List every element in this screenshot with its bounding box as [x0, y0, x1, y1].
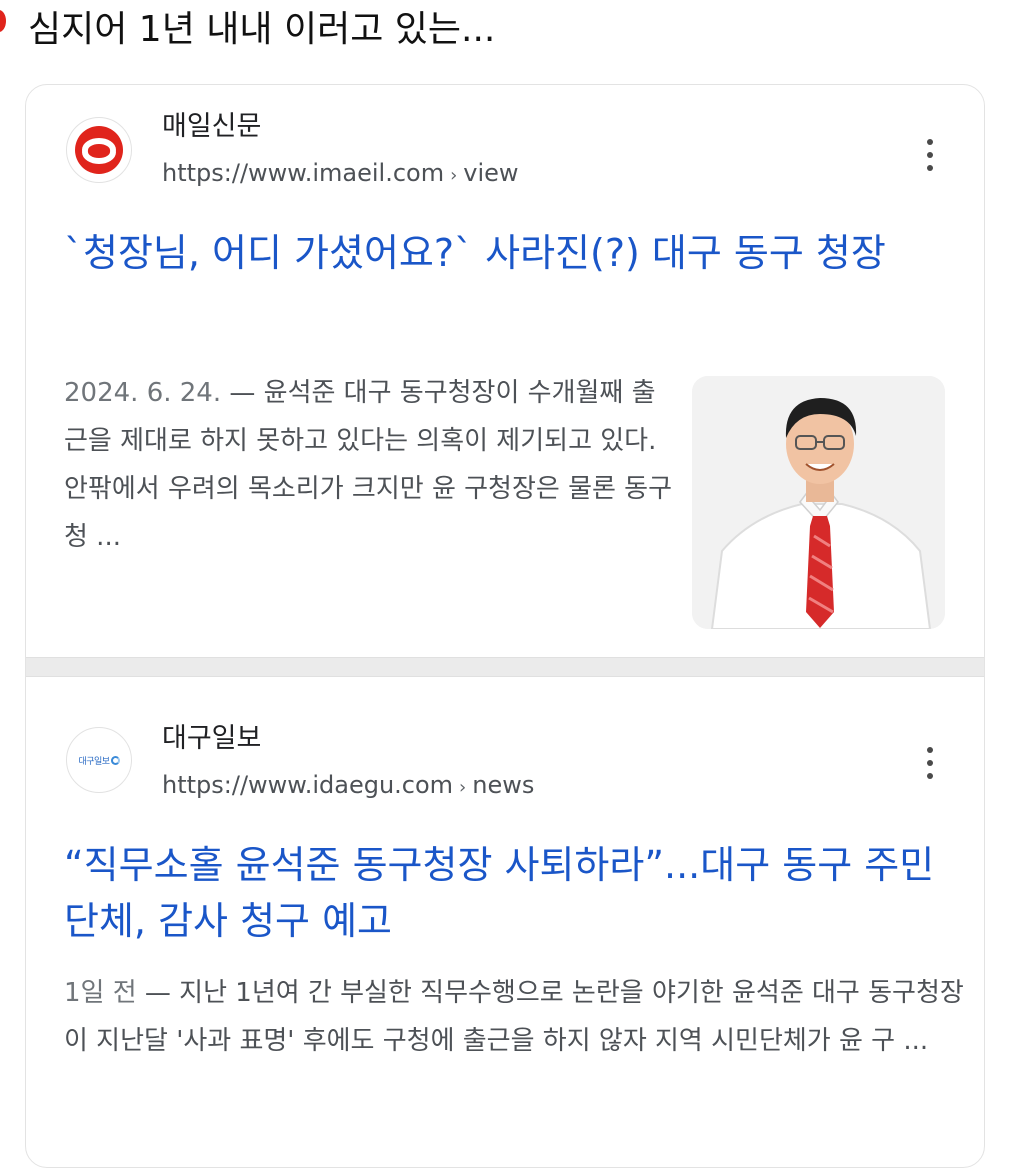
more-dot — [927, 139, 933, 145]
more-options-icon[interactable] — [920, 743, 940, 783]
result-date: 1일 전 — [64, 978, 137, 1008]
result-headline-link[interactable]: “직무소홀 윤석준 동구청장 사퇴하라”...대구 동구 주민단체, 감사 청구… — [64, 837, 964, 949]
result-date: 2024. 6. 24. — [64, 378, 222, 408]
site-url-path: view — [463, 159, 519, 187]
result-snippet-text: — 지난 1년여 간 부실한 직무수행으로 논란을 야기한 윤석준 대구 동구청… — [64, 978, 964, 1056]
more-dot — [927, 152, 933, 158]
site-url[interactable]: https://www.idaegu.com › news — [162, 769, 534, 804]
result-snippet: 1일 전 — 지난 1년여 간 부실한 직무수행으로 논란을 야기한 윤석준 대… — [64, 969, 964, 1065]
more-dot — [927, 773, 933, 779]
result-headline-link[interactable]: `청장님, 어디 가셨어요?` 사라진(?) 대구 동구 청장 — [64, 225, 944, 281]
site-name[interactable]: 매일신문 — [162, 109, 261, 145]
more-dot — [927, 747, 933, 753]
imaeil-logo-graphic — [75, 126, 123, 174]
idaegu-logo-icon[interactable]: 대구일보 — [66, 727, 132, 793]
more-dot — [927, 760, 933, 766]
more-dot — [927, 165, 933, 171]
notification-mark — [0, 10, 6, 32]
person-photo-icon — [692, 376, 945, 629]
post-caption: 심지어 1년 내내 이러고 있는... — [28, 9, 496, 50]
imaeil-logo-icon[interactable] — [66, 117, 132, 183]
breadcrumb-chevron-icon: › — [459, 777, 467, 798]
breadcrumb-chevron-icon: › — [450, 165, 458, 186]
idaegu-logo-text: 대구일보 — [78, 756, 110, 767]
site-url-domain: https://www.imaeil.com — [162, 159, 445, 187]
site-url-domain: https://www.idaegu.com — [162, 771, 454, 799]
result-divider — [26, 657, 984, 677]
search-result-idaegu: 대구일보 대구일보 https://www.idaegu.com › news “직… — [26, 677, 984, 1167]
result-thumbnail-image[interactable] — [692, 376, 945, 629]
site-name[interactable]: 대구일보 — [162, 721, 261, 757]
more-options-icon[interactable] — [920, 135, 940, 175]
idaegu-swirl-icon — [110, 755, 120, 765]
site-url-path: news — [472, 771, 535, 799]
result-snippet: 2024. 6. 24. — 윤석준 대구 동구청장이 수개월째 출근을 제대로… — [64, 369, 674, 561]
search-results-card: 매일신문 https://www.imaeil.com › view `청장님, 어… — [25, 84, 985, 1168]
search-result-imaeil: 매일신문 https://www.imaeil.com › view `청장님, 어… — [26, 85, 984, 657]
site-url[interactable]: https://www.imaeil.com › view — [162, 157, 519, 192]
